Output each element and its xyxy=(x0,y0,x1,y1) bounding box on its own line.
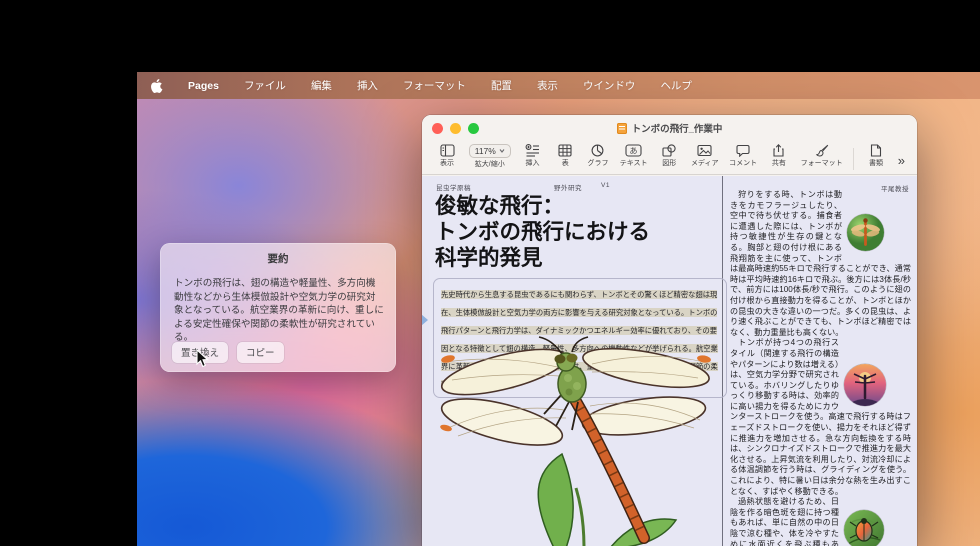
share-button[interactable]: 共有 xyxy=(768,144,790,168)
table-button[interactable]: 表 xyxy=(554,144,576,168)
svg-text:あ: あ xyxy=(630,147,638,156)
document-settings-button[interactable]: 書類 xyxy=(865,144,887,168)
insert-icon xyxy=(525,144,540,157)
doc-header-center: 野外研究 xyxy=(554,182,582,192)
dragonfly-illustration[interactable] xyxy=(432,336,724,546)
apple-logo-icon[interactable] xyxy=(151,79,163,93)
body-paragraph: 狩りをする時、トンボは動きをカモフラージュしたり、空中で待ち伏せする。捕食者に遭… xyxy=(730,190,911,338)
menu-item-file[interactable]: ファイル xyxy=(244,78,286,93)
close-button[interactable] xyxy=(432,123,443,134)
menu-item-help[interactable]: ヘルプ xyxy=(660,78,692,93)
media-icon xyxy=(697,144,712,157)
body-paragraph: トンボが持つ4つの飛行スタイル（関連する飛行の構造やパターンにより数は増える）は… xyxy=(730,338,911,497)
traffic-lights xyxy=(432,123,479,134)
menu-item-window[interactable]: ウインドウ xyxy=(583,78,636,93)
minimize-button[interactable] xyxy=(450,123,461,134)
menu-item-pages[interactable]: Pages xyxy=(188,80,219,92)
body-paragraph: 過熱状態を避けるため、日陰を作る暗色斑を翅に持つ種もあれば、単に自然の中の日陰で… xyxy=(730,497,911,546)
zoom-dropdown[interactable]: 117% xyxy=(469,144,511,158)
comment-button[interactable]: コメント xyxy=(729,144,757,168)
format-button[interactable]: フォーマット xyxy=(801,144,843,168)
toolbar: 表示 117% 拡大/縮小 挿入 表 グラフ あ xyxy=(422,141,917,175)
toolbar-divider xyxy=(853,148,854,170)
view-icon xyxy=(440,144,455,157)
inline-image-dragonfly-green[interactable] xyxy=(847,214,884,251)
inline-image-beetle-leaf[interactable] xyxy=(844,510,884,546)
media-button[interactable]: メディア xyxy=(691,144,719,168)
textbox-button[interactable]: あ テキスト xyxy=(620,144,648,168)
textbox-icon: あ xyxy=(625,144,642,157)
pages-document-icon xyxy=(617,123,627,134)
menu-bar: Pages ファイル 編集 挿入 フォーマット 配置 表示 ウインドウ ヘルプ xyxy=(137,72,980,99)
zoom-control[interactable]: 117% 拡大/縮小 xyxy=(469,144,511,169)
title-bar[interactable]: トンボの飛行_作業中 xyxy=(422,115,917,141)
menu-item-view[interactable]: 表示 xyxy=(537,78,558,93)
pages-window: トンボの飛行_作業中 表示 117% 拡大/縮小 挿入 表 xyxy=(422,115,917,546)
screen: Pages ファイル 編集 挿入 フォーマット 配置 表示 ウインドウ ヘルプ … xyxy=(0,0,980,546)
doc-header-left: 昆虫学原稿 xyxy=(436,182,471,192)
selection-popover-arrow xyxy=(422,314,428,326)
copy-button[interactable]: コピー xyxy=(237,342,284,363)
shape-icon xyxy=(662,144,676,157)
toolbar-overflow-button[interactable]: » xyxy=(898,151,905,168)
mouse-cursor xyxy=(196,349,209,368)
menu-item-edit[interactable]: 編集 xyxy=(311,78,332,93)
document-icon xyxy=(870,144,882,157)
document-page[interactable]: 昆虫学原稿 野外研究 V1 平尾教授 俊敏な飛行： トンボの飛行における 科学的… xyxy=(422,176,917,546)
document-title: 俊敏な飛行： トンボの飛行における 科学的発見 xyxy=(435,193,727,271)
chart-button[interactable]: グラフ xyxy=(587,144,609,168)
comment-icon xyxy=(736,144,750,157)
view-button[interactable]: 表示 xyxy=(436,144,458,168)
insert-button[interactable]: 挿入 xyxy=(522,144,544,168)
window-title: トンボの飛行_作業中 xyxy=(617,121,723,135)
menu-item-arrange[interactable]: 配置 xyxy=(491,78,512,93)
window-title-text: トンボの飛行_作業中 xyxy=(632,121,723,135)
share-icon xyxy=(772,144,785,157)
doc-header-version: V1 xyxy=(601,182,610,189)
menu-item-format[interactable]: フォーマット xyxy=(403,78,466,93)
chart-icon xyxy=(591,144,604,157)
format-brush-icon xyxy=(815,144,829,157)
body-text-column[interactable]: 狩りをする時、トンボは動きをカモフラージュしたり、空中で待ち伏せする。捕食者に遭… xyxy=(730,190,911,546)
shape-button[interactable]: 図形 xyxy=(658,144,680,168)
menu-item-insert[interactable]: 挿入 xyxy=(357,78,378,93)
popup-summary-text: トンボの飛行は、翅の構造や軽量性、多方向機動性などから生体模倣設計や空気力学の研… xyxy=(174,277,384,345)
table-icon xyxy=(558,144,572,157)
popup-title: 要約 xyxy=(160,251,396,266)
chevron-down-icon xyxy=(499,149,505,153)
fullscreen-button[interactable] xyxy=(468,123,479,134)
inline-image-dragonfly-sunset[interactable] xyxy=(844,364,886,406)
